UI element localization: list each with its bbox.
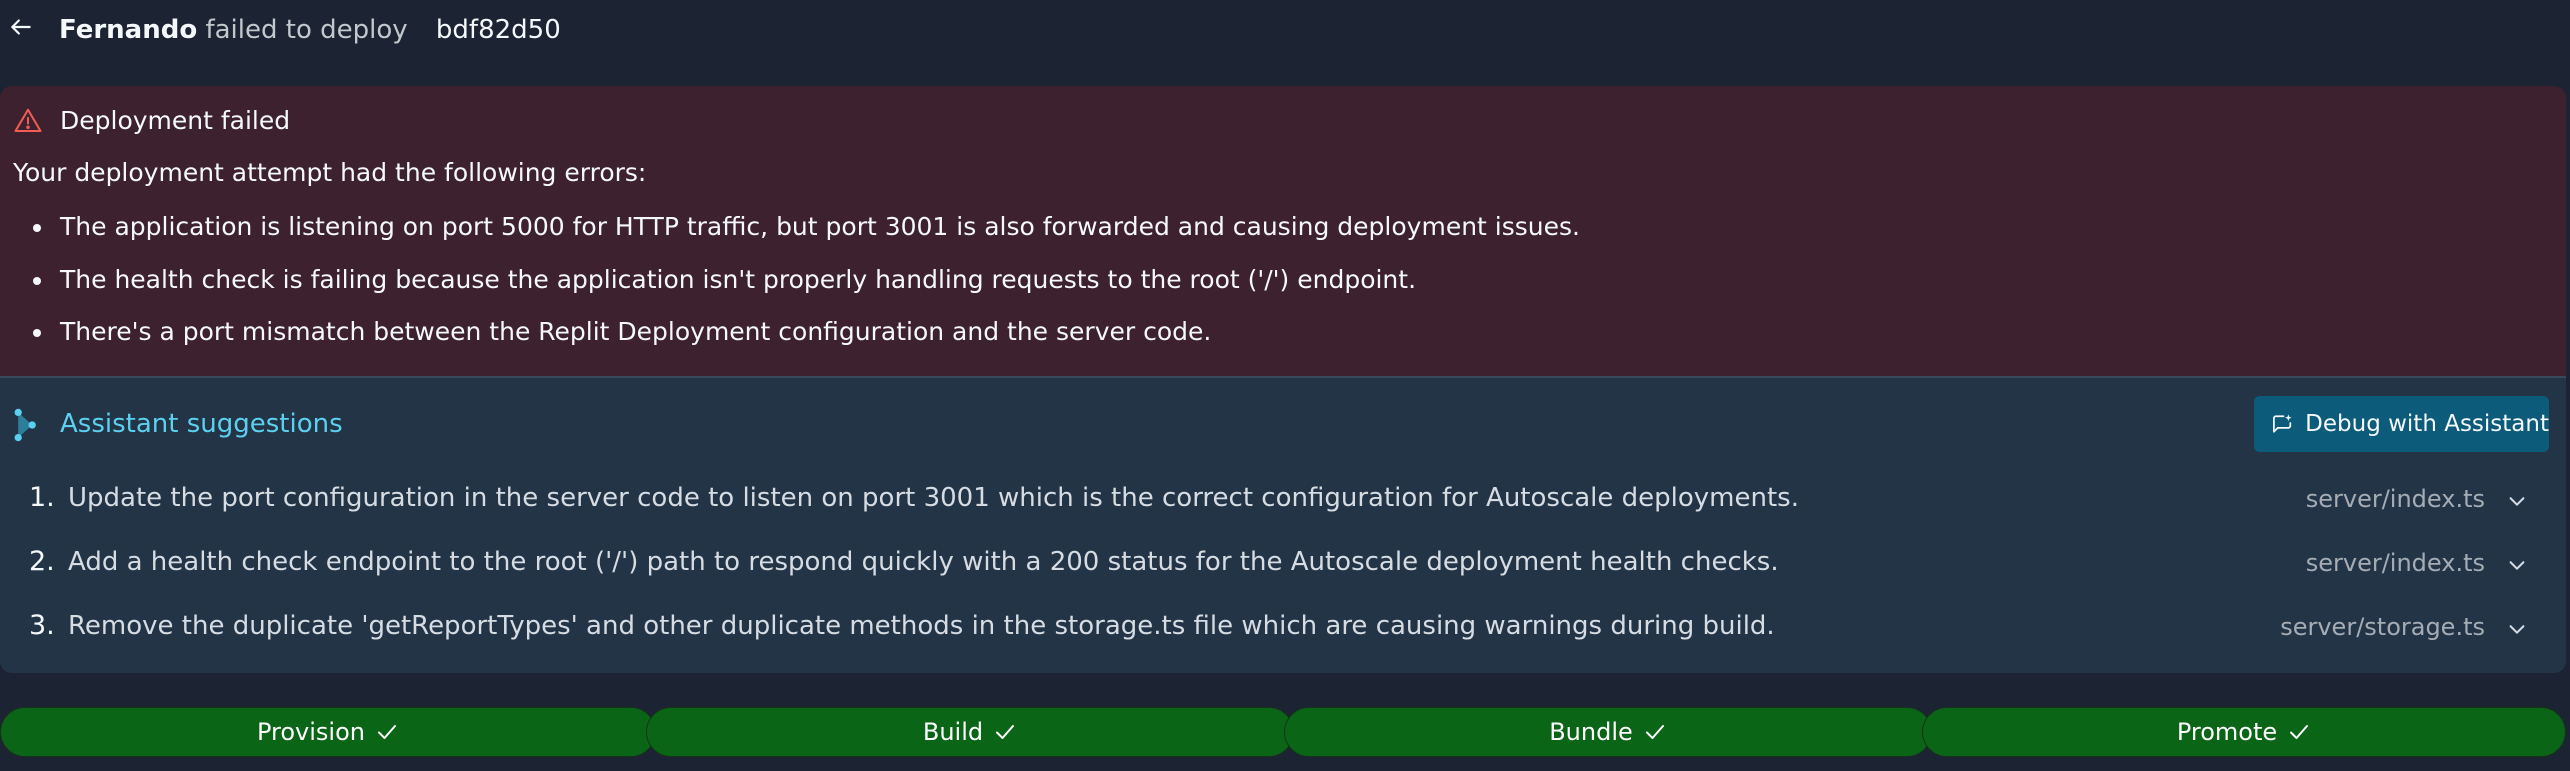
suggestion-text: Add a health check endpoint to the root … [68,547,1779,577]
bullet [33,224,41,232]
debug-with-assistant-button[interactable]: Debug with Assistant [2254,396,2549,452]
error-item: The health check is failing because the … [13,263,1580,316]
step-label: Build [922,718,984,746]
suggestion-list: 1. Update the port configuration in the … [0,470,2566,662]
deploy-status-text: failed to deploy [205,15,408,45]
page-title: Fernando failed to deploy bdf82d50 [59,12,561,48]
commit-id[interactable]: bdf82d50 [436,15,561,45]
assistant-icon [14,408,36,442]
chevron-down-icon[interactable] [2506,618,2528,640]
error-item-text: The health check is failing because the … [60,264,1417,294]
back-arrow-icon[interactable] [8,14,34,40]
checkmark-icon [1645,725,1664,739]
suggestion-text: Update the port configuration in the ser… [68,483,1799,513]
error-panel: Deployment failed Your deployment attemp… [0,86,2566,376]
error-list: The application is listening on port 500… [13,210,1580,368]
error-item: The application is listening on port 500… [13,210,1580,263]
checkmark-icon [2290,725,2309,739]
deployment-steps: Provision Build Bundle Promote [0,707,2566,757]
chevron-down-icon[interactable] [2506,490,2528,512]
suggestion-file: server/index.ts [2305,549,2485,577]
suggestion-file: server/storage.ts [2280,613,2485,641]
chat-sparkle-icon [2273,414,2292,433]
suggestion-row[interactable]: 3. Remove the duplicate 'getReportTypes'… [0,598,2566,662]
suggestion-number: 1. [29,482,55,513]
bullet [33,329,41,337]
step-build[interactable]: Build [646,707,1294,757]
checkmark-icon [378,725,396,739]
error-item: There's a port mismatch between the Repl… [13,315,1580,368]
step-label: Promote [2176,718,2278,746]
step-label: Provision [256,718,365,746]
checkmark-icon [996,725,1015,739]
suggestion-text: Remove the duplicate 'getReportTypes' an… [68,611,1775,641]
error-intro: Your deployment attempt had the followin… [13,158,647,187]
error-item-text: There's a port mismatch between the Repl… [60,317,1212,346]
deploy-header: Fernando failed to deploy bdf82d50 [0,0,2570,60]
suggestion-number: 2. [29,546,55,577]
assistant-suggestions-title: Assistant suggestions [60,409,343,439]
bullet [33,276,41,285]
step-promote[interactable]: Promote [1922,707,2566,757]
suggestion-file: server/index.ts [2305,485,2485,513]
step-bundle[interactable]: Bundle [1284,707,1932,757]
error-item-text: The application is listening on port 500… [60,212,1580,241]
step-label: Bundle [1549,718,1633,746]
debug-button-label: Debug with Assistant [2305,411,2549,437]
suggestion-row[interactable]: 1. Update the port configuration in the … [0,470,2566,534]
suggestion-row[interactable]: 2. Add a health check endpoint to the ro… [0,534,2566,598]
error-title: Deployment failed [60,106,291,135]
warning-triangle-icon [14,108,42,132]
chevron-down-icon[interactable] [2506,554,2528,576]
assistant-panel: Assistant suggestions Debug with Assista… [0,376,2566,673]
step-provision[interactable]: Provision [0,707,656,757]
deployer-name: Fernando [59,15,198,45]
suggestion-number: 3. [29,610,55,641]
